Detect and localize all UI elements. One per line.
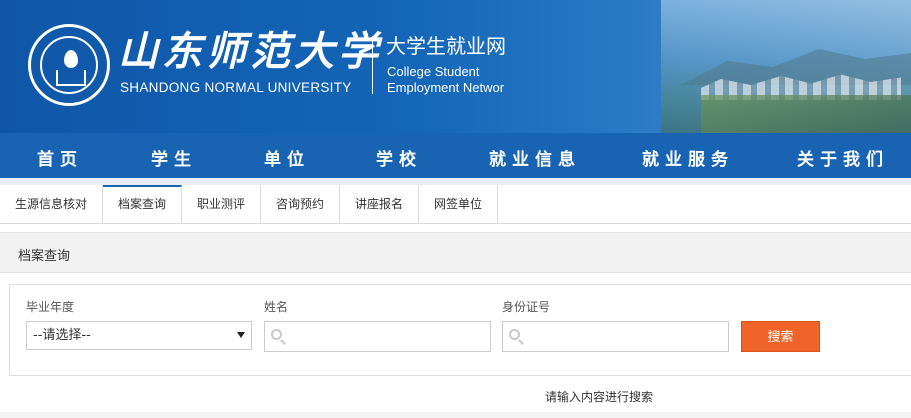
nav-item-student[interactable]: 学生: [151, 145, 197, 170]
school-name-en: SHANDONG NORMAL UNIVERSITY: [120, 80, 352, 95]
tab-archive-query[interactable]: 档案查询: [103, 185, 182, 224]
site-name-en-line1: College Student: [387, 64, 480, 79]
school-name-logo[interactable]: 山东师范大学: [118, 30, 382, 74]
search-icon: [509, 329, 525, 345]
nav-item-about[interactable]: 关于我们: [797, 145, 889, 170]
nav-item-services[interactable]: 就业服务: [642, 145, 734, 170]
graduation-year-value: --请选择--: [33, 328, 91, 343]
tab-career-assessment[interactable]: 职业测评: [182, 185, 261, 224]
tab-source-info-check[interactable]: 生源信息核对: [0, 185, 103, 224]
seal-inner-ring: [40, 36, 98, 94]
id-number-label: 身份证号: [502, 300, 551, 314]
tab-consultation-booking[interactable]: 咨询预约: [261, 185, 340, 224]
id-number-input[interactable]: [502, 321, 729, 352]
section-header: 档案查询: [0, 232, 911, 273]
nav-item-job-info[interactable]: 就业信息: [489, 145, 581, 170]
bottom-strip: [0, 412, 911, 418]
name-label: 姓名: [264, 300, 289, 314]
seal-drop-icon: [64, 50, 78, 68]
search-icon: [271, 329, 287, 345]
university-seal-logo[interactable]: [28, 24, 110, 106]
caret-down-icon: [237, 332, 245, 338]
header-banner: 山东师范大学 SHANDONG NORMAL UNIVERSITY 大学生就业网…: [0, 0, 911, 133]
graduation-year-select[interactable]: --请选择--: [26, 321, 252, 350]
section-title: 档案查询: [18, 249, 71, 264]
logo-divider: [372, 36, 373, 94]
name-input[interactable]: [264, 321, 491, 352]
campus-photo-lawn: [701, 95, 911, 133]
seal-book-icon: [56, 70, 86, 86]
search-hint: 请输入内容进行搜索: [545, 390, 654, 404]
year-label: 毕业年度: [26, 300, 75, 314]
search-button[interactable]: 搜索: [741, 321, 820, 352]
site-name-en: College Student Employment Networ: [387, 64, 504, 96]
nav-item-home[interactable]: 首页: [37, 145, 83, 170]
tab-online-signing-units[interactable]: 网签单位: [419, 185, 498, 224]
tab-lecture-signup[interactable]: 讲座报名: [340, 185, 419, 224]
nav-bottom-strip: [0, 178, 911, 185]
site-name-en-line2: Employment Networ: [387, 80, 505, 95]
nav-item-employer[interactable]: 单位: [264, 145, 310, 170]
sub-tabs: 生源信息核对 档案查询 职业测评 咨询预约 讲座报名 网签单位: [0, 185, 911, 224]
search-panel: 毕业年度 --请选择-- 姓名 身份证号 搜索: [9, 284, 911, 376]
nav-item-school[interactable]: 学校: [376, 145, 422, 170]
site-name: 大学生就业网: [386, 34, 506, 58]
main-nav: 首页 学生 单位 学校 就业信息 就业服务 关于我们: [0, 133, 911, 178]
